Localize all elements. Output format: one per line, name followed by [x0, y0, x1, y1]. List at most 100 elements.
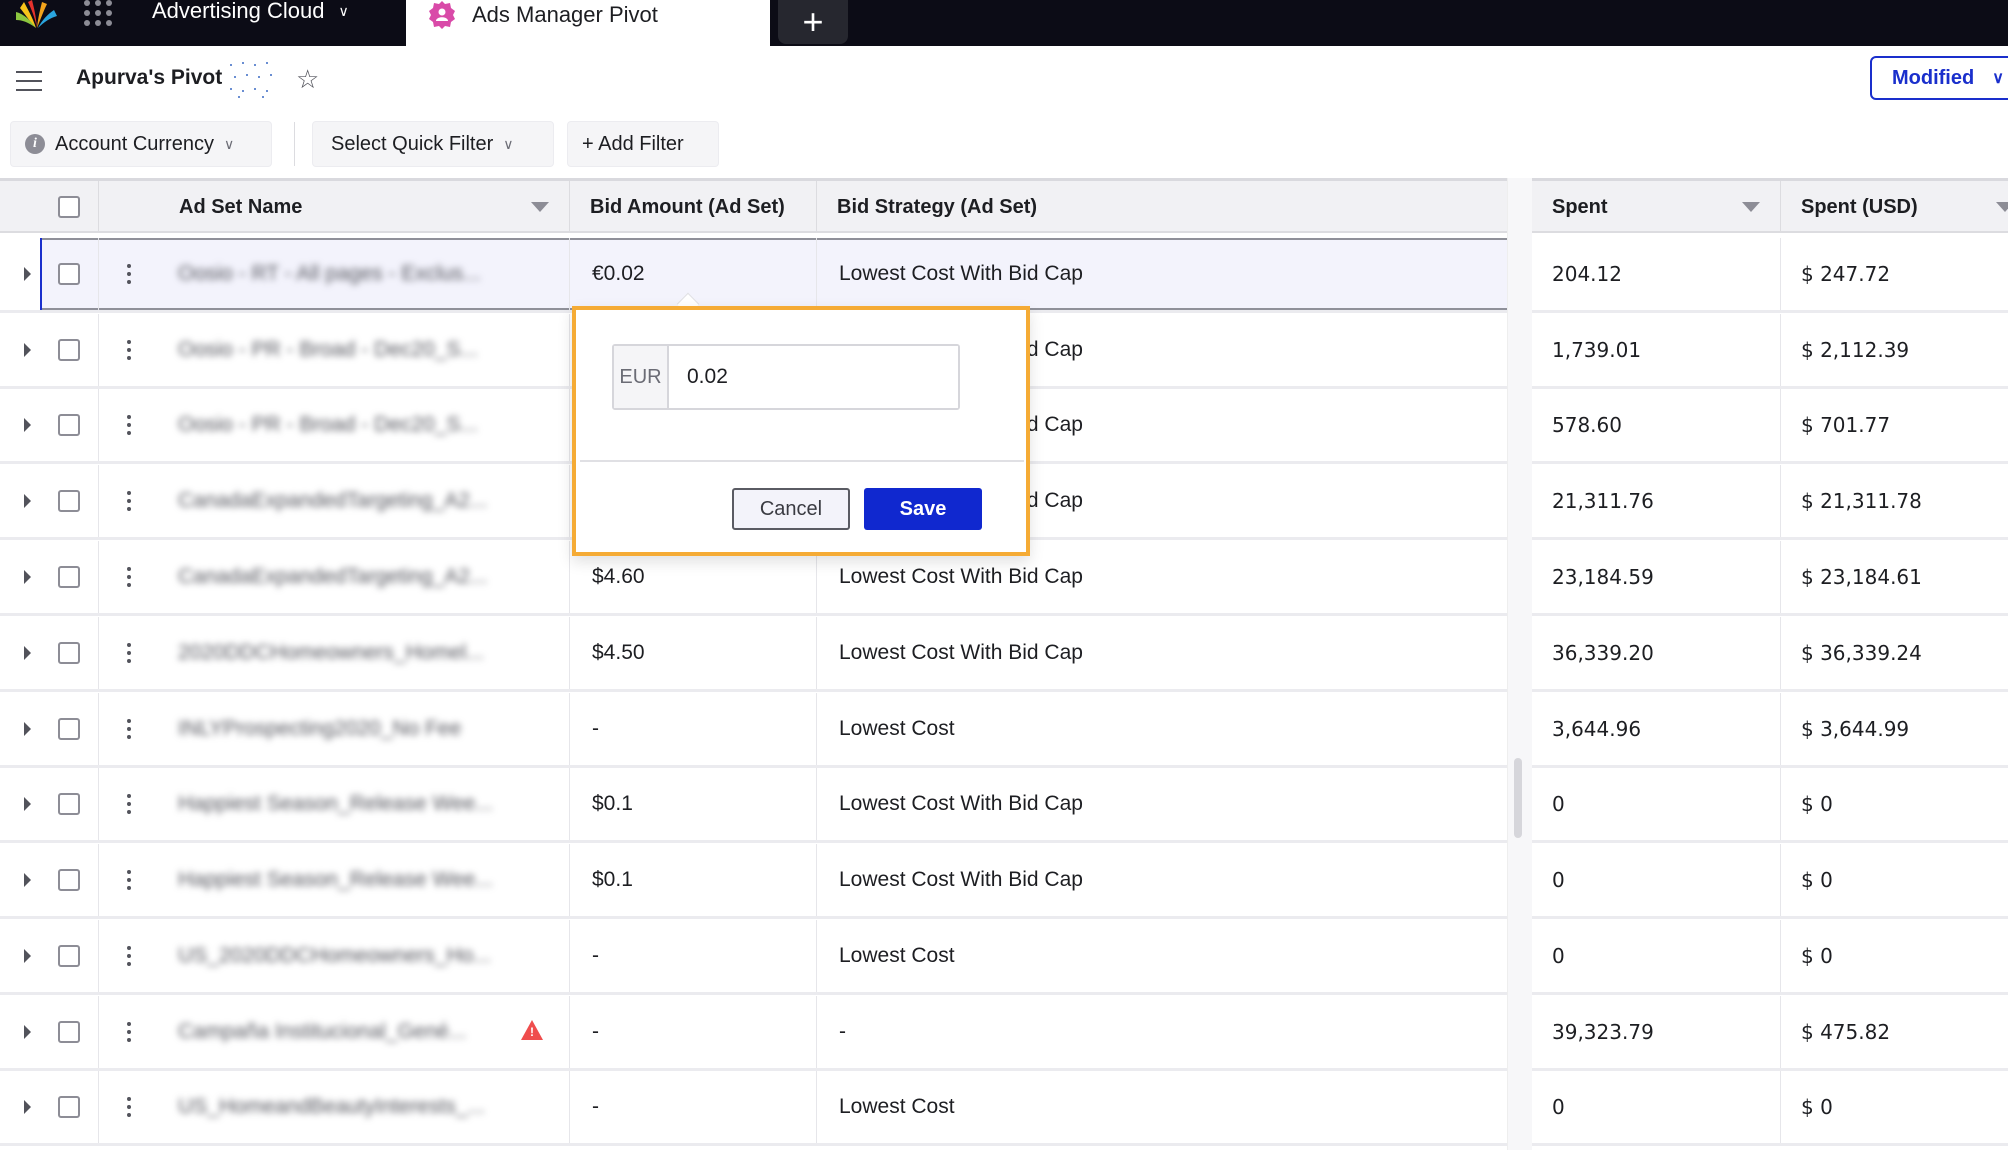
row-checkbox[interactable] [58, 718, 80, 740]
sort-down-icon[interactable] [531, 202, 549, 212]
row-menu-button[interactable] [98, 389, 158, 461]
bid-strategy-cell[interactable]: Lowest Cost With Bid Cap [816, 238, 1507, 310]
table-row[interactable]: Oosio - RT - All pages - Exclus... €0.02 L… [0, 238, 2008, 313]
star-icon[interactable]: ☆ [296, 64, 319, 95]
row-checkbox[interactable] [58, 263, 80, 285]
cancel-button[interactable]: Cancel [732, 488, 850, 530]
bid-strategy-cell[interactable]: - [816, 996, 1507, 1068]
ad-set-name-cell[interactable]: Oosio - PR - Broad - Dec20_S... [158, 389, 569, 461]
column-header-bid-strategy[interactable]: Bid Strategy (Ad Set) [816, 181, 1507, 233]
bid-strategy-cell[interactable]: Lowest Cost [816, 920, 1507, 992]
expand-row-button[interactable] [0, 1071, 40, 1143]
table-row[interactable]: Campaña Institucional_Gené...! - -39,323.7… [0, 996, 2008, 1071]
expand-row-button[interactable] [0, 617, 40, 689]
ad-set-name-cell[interactable]: CanadaExpandedTargeting_A2... [158, 465, 569, 537]
bid-amount-cell[interactable]: $4.50 [569, 617, 816, 689]
row-checkbox[interactable] [58, 566, 80, 588]
table-row[interactable]: INLYProspecting2020_No Fee - Lowest Cost 3,… [0, 693, 2008, 768]
row-checkbox[interactable] [58, 1096, 80, 1118]
warning-icon[interactable]: ! [521, 1020, 543, 1040]
sort-down-icon[interactable] [1996, 202, 2008, 212]
row-checkbox[interactable] [58, 793, 80, 815]
row-menu-button[interactable] [98, 768, 158, 840]
bid-amount-cell[interactable]: $0.1 [569, 768, 816, 840]
ad-set-name-cell[interactable]: CanadaExpandedTargeting_A2... [158, 541, 569, 613]
bid-strategy-cell[interactable]: Lowest Cost With Bid Cap [816, 617, 1507, 689]
sort-down-icon[interactable] [1742, 202, 1760, 212]
row-checkbox[interactable] [58, 869, 80, 891]
row-checkbox[interactable] [58, 1021, 80, 1043]
column-header-ad-set-name[interactable]: Ad Set Name [98, 181, 569, 233]
column-header-bid-amount[interactable]: Bid Amount (Ad Set) [569, 181, 816, 233]
row-menu-button[interactable] [98, 314, 158, 386]
tab-ads-manager-pivot[interactable]: Ads Manager Pivot [406, 0, 770, 46]
add-filter-button[interactable]: + Add Filter [567, 121, 719, 167]
row-checkbox[interactable] [58, 945, 80, 967]
bid-strategy-cell[interactable]: Lowest Cost [816, 693, 1507, 765]
table-row[interactable]: Happiest Season_Release Wee... $0.1 Lowest… [0, 768, 2008, 843]
expand-row-button[interactable] [0, 693, 40, 765]
kebab-icon [126, 340, 131, 360]
table-row[interactable]: US_HomeandBeautyInterests_... - Lowest Cos… [0, 1071, 2008, 1146]
row-menu-button[interactable] [98, 920, 158, 992]
bid-amount-input[interactable] [669, 346, 958, 408]
row-menu-button[interactable] [98, 465, 158, 537]
new-tab-button[interactable]: + [778, 0, 848, 44]
row-menu-button[interactable] [98, 541, 158, 613]
table-row[interactable]: Happiest Season_Release Wee... $0.1 Lowest… [0, 844, 2008, 919]
bid-amount-cell[interactable]: - [569, 1071, 816, 1143]
bid-strategy-cell[interactable]: Lowest Cost [816, 1071, 1507, 1143]
bid-strategy: Lowest Cost With Bid Cap [839, 262, 1083, 285]
ad-set-name-cell[interactable]: 2020DDCHomeowners_Homel... [158, 617, 569, 689]
row-menu-button[interactable] [98, 1071, 158, 1143]
account-currency-dropdown[interactable]: i Account Currency ∨ [10, 121, 272, 167]
modified-dropdown-button[interactable]: Modified ∨ [1870, 56, 2008, 100]
ad-set-name-cell[interactable]: Oosio - RT - All pages - Exclus... [158, 238, 569, 310]
bid-strategy-cell[interactable]: Lowest Cost With Bid Cap [816, 768, 1507, 840]
row-checkbox[interactable] [58, 642, 80, 664]
row-menu-button[interactable] [98, 693, 158, 765]
app-name-dropdown[interactable]: Advertising Cloud ∨ [152, 0, 349, 24]
ad-set-name-cell[interactable]: Oosio - PR - Broad - Dec20_S... [158, 314, 569, 386]
select-all-checkbox[interactable] [58, 196, 80, 218]
hamburger-icon[interactable] [16, 71, 42, 91]
expand-row-button[interactable] [0, 465, 40, 537]
table-row[interactable]: 2020DDCHomeowners_Homel... $4.50 Lowest Co… [0, 617, 2008, 692]
column-header-spent[interactable]: Spent [1532, 181, 1780, 233]
column-header-spent-usd[interactable]: Spent (USD) [1780, 181, 2008, 233]
ad-set-name-cell[interactable]: Happiest Season_Release Wee... [158, 844, 569, 916]
grid-icon[interactable] [84, 0, 114, 26]
expand-row-button[interactable] [0, 844, 40, 916]
row-checkbox[interactable] [58, 339, 80, 361]
bid-amount-cell[interactable]: - [569, 996, 816, 1068]
expand-row-button[interactable] [0, 996, 40, 1068]
ad-set-name-cell[interactable]: Campaña Institucional_Gené...! [158, 996, 569, 1068]
save-button[interactable]: Save [864, 488, 982, 530]
quick-filter-dropdown[interactable]: Select Quick Filter ∨ [312, 121, 554, 167]
row-menu-button[interactable] [98, 617, 158, 689]
row-checkbox[interactable] [58, 490, 80, 512]
bid-amount-cell[interactable]: - [569, 920, 816, 992]
row-checkbox[interactable] [58, 414, 80, 436]
app-switcher[interactable]: Advertising Cloud ∨ [0, 0, 406, 46]
expand-row-button[interactable] [0, 314, 40, 386]
row-menu-button[interactable] [98, 996, 158, 1068]
ad-set-name-cell[interactable]: US_2020DDCHomeowners_Ho... [158, 920, 569, 992]
expand-row-button[interactable] [0, 389, 40, 461]
vertical-scrollbar[interactable] [1514, 758, 1522, 838]
expand-triangle-icon [23, 873, 31, 887]
expand-row-button[interactable] [0, 238, 40, 310]
expand-row-button[interactable] [0, 541, 40, 613]
bid-strategy-cell[interactable]: Lowest Cost With Bid Cap [816, 844, 1507, 916]
bid-amount-cell[interactable]: $0.1 [569, 844, 816, 916]
row-menu-button[interactable] [98, 238, 158, 310]
ad-set-name-cell[interactable]: INLYProspecting2020_No Fee [158, 693, 569, 765]
row-menu-button[interactable] [98, 844, 158, 916]
pivot-header: Apurva's Pivot ☆ Modified ∨ [0, 46, 2008, 112]
bid-amount-cell[interactable]: - [569, 693, 816, 765]
ad-set-name-cell[interactable]: US_HomeandBeautyInterests_... [158, 1071, 569, 1143]
table-row[interactable]: US_2020DDCHomeowners_Ho... - Lowest Cost 0 $… [0, 920, 2008, 995]
ad-set-name-cell[interactable]: Happiest Season_Release Wee... [158, 768, 569, 840]
expand-row-button[interactable] [0, 920, 40, 992]
expand-row-button[interactable] [0, 768, 40, 840]
